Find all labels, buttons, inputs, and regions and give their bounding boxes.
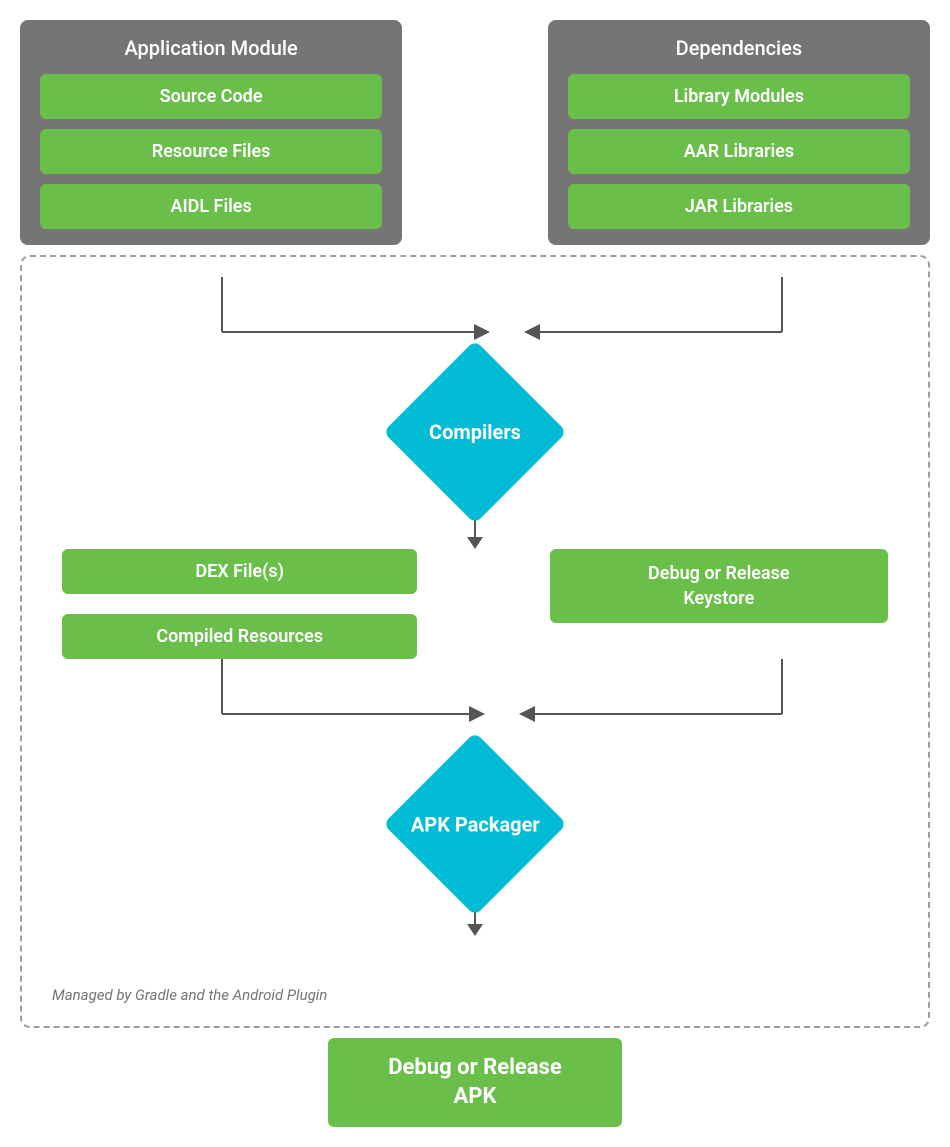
bottom-output-area: Debug or Release APK: [20, 1038, 930, 1127]
left-column: DEX File(s) Compiled Resources: [62, 549, 417, 659]
middle-row: DEX File(s) Compiled Resources Debug or …: [52, 549, 898, 659]
apk-packager-diamond: APK Packager: [383, 732, 567, 916]
compilers-row: Compilers: [52, 367, 898, 497]
right-column: Debug or Release Keystore: [550, 549, 888, 623]
dex-files-item: DEX File(s): [62, 549, 417, 594]
gradle-label: Managed by Gradle and the Android Plugin: [52, 985, 327, 1006]
keystore-item: Debug or Release Keystore: [550, 549, 888, 623]
library-modules-item: Library Modules: [568, 74, 910, 119]
jar-libraries-item: JAR Libraries: [568, 184, 910, 229]
compilers-diamond: Compilers: [383, 340, 567, 524]
gradle-managed-area: Compilers DEX File(s) Compiled Resources…: [20, 255, 930, 1028]
aar-libraries-item: AAR Libraries: [568, 129, 910, 174]
final-apk-item: Debug or Release APK: [328, 1038, 622, 1127]
resource-files-item: Resource Files: [40, 129, 382, 174]
apk-packager-label: APK Packager: [411, 812, 540, 836]
aidl-files-item: AIDL Files: [40, 184, 382, 229]
app-module-title: Application Module: [40, 36, 382, 60]
top-section: Application Module Source Code Resource …: [20, 20, 930, 245]
compilers-label: Compilers: [429, 420, 521, 444]
arrowhead-1: [467, 537, 483, 549]
application-module-box: Application Module Source Code Resource …: [20, 20, 402, 245]
diagram: Application Module Source Code Resource …: [20, 20, 930, 1127]
apk-packager-row: APK Packager: [52, 759, 898, 889]
compiled-resources-item: Compiled Resources: [62, 614, 417, 659]
arrowhead-2: [467, 924, 483, 936]
source-code-item: Source Code: [40, 74, 382, 119]
dependencies-title: Dependencies: [568, 36, 910, 60]
dependencies-box: Dependencies Library Modules AAR Librari…: [548, 20, 930, 245]
